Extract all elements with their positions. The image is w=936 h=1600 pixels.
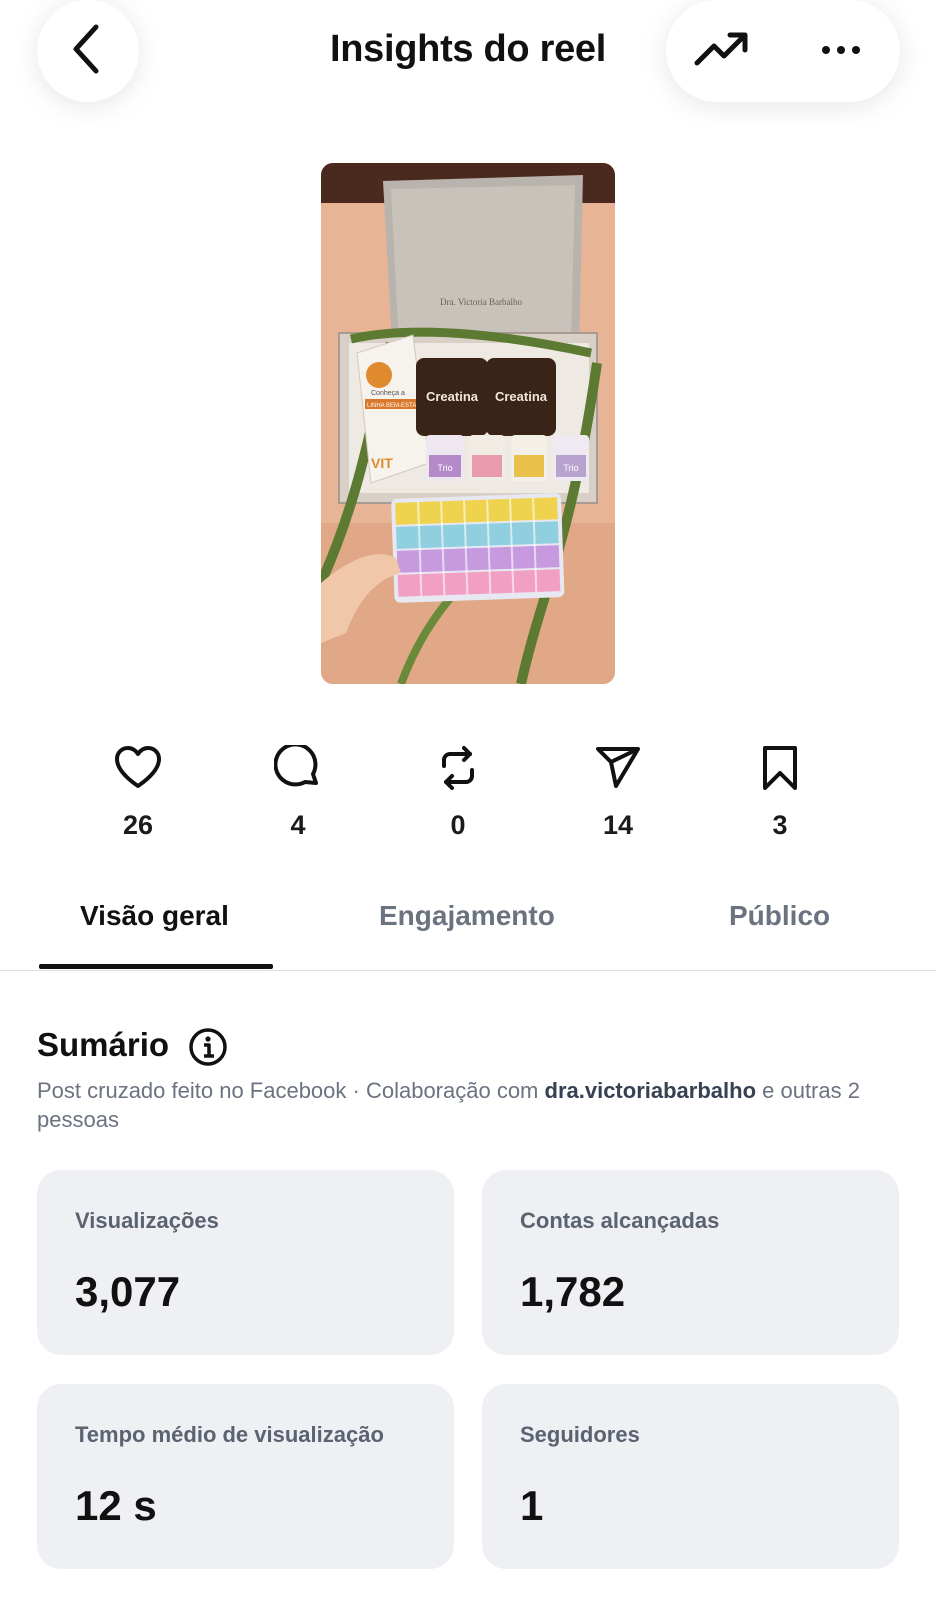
comments-count: 4: [290, 810, 306, 840]
collaborator-link[interactable]: dra.victoriabarbalho: [545, 1078, 757, 1103]
metric-card-reach[interactable]: Contas alcançadas 1,782: [482, 1170, 899, 1355]
metric-label: Tempo médio de visualização: [75, 1422, 384, 1447]
summary-title: Sumário: [37, 1026, 170, 1063]
shares-stat: 14: [558, 740, 678, 841]
trending-button[interactable]: [692, 25, 752, 77]
card-title-text: Conheça a: [371, 390, 405, 397]
tab-engagement[interactable]: Engajamento: [379, 900, 555, 932]
metric-value: 1: [520, 1482, 544, 1529]
more-options-button[interactable]: [806, 25, 876, 77]
comment-icon: [238, 740, 358, 796]
reel-thumbnail[interactable]: Dra. Victoria Barbalho Conheça a LINHA B…: [321, 163, 615, 684]
share-icon: [558, 740, 678, 796]
metric-card-followers[interactable]: Seguidores 1: [482, 1384, 899, 1569]
repost-icon: [398, 740, 518, 796]
box-brand-text: Dra. Victoria Barbalho: [440, 297, 523, 307]
shares-count: 14: [602, 810, 634, 840]
likes-stat: 26: [78, 740, 198, 841]
card-banner-text: LINHA BEM-ESTAR: [367, 403, 421, 409]
metric-value: 1,782: [520, 1268, 626, 1315]
metric-label: Visualizações: [75, 1208, 219, 1233]
trending-up-icon: [694, 29, 750, 74]
creatina-left-text: Creatina: [426, 389, 479, 404]
likes-count: 26: [122, 810, 154, 840]
summary-prefix: Post cruzado feito no Facebook · Colabor…: [37, 1078, 545, 1103]
heart-icon: [78, 740, 198, 796]
insights-tabs: Visão geral Engajamento Público: [0, 890, 936, 971]
actions-pill: [666, 0, 900, 102]
info-icon[interactable]: [188, 1027, 228, 1067]
metric-value: 3,077: [75, 1268, 181, 1315]
metric-value: 12 s: [75, 1482, 157, 1529]
saves-count: 3: [772, 810, 788, 840]
tab-audience[interactable]: Público: [729, 900, 830, 932]
trio-2-text: Trio: [563, 463, 578, 473]
engagement-stats: 26 4 0 14 3: [0, 740, 936, 850]
metric-label: Seguidores: [520, 1422, 640, 1447]
tab-overview[interactable]: Visão geral: [80, 900, 229, 932]
trio-1-text: Trio: [437, 463, 452, 473]
metric-card-avg-watch-time[interactable]: Tempo médio de visualização 12 s: [37, 1384, 454, 1569]
top-bar: Insights do reel: [0, 0, 936, 140]
reposts-stat: 0: [398, 740, 518, 841]
metric-label: Contas alcançadas: [520, 1208, 720, 1233]
summary-description: Post cruzado feito no Facebook · Colabor…: [37, 1076, 897, 1134]
saves-stat: 3: [720, 740, 840, 841]
bookmark-icon: [720, 740, 840, 796]
active-tab-indicator: [39, 964, 273, 969]
vit-logo-text: VIT: [371, 455, 393, 471]
creatina-right-text: Creatina: [495, 389, 548, 404]
reposts-count: 0: [450, 810, 466, 840]
metric-card-views[interactable]: Visualizações 3,077: [37, 1170, 454, 1355]
comments-stat: 4: [238, 740, 358, 841]
more-horizontal-icon: [821, 42, 861, 60]
